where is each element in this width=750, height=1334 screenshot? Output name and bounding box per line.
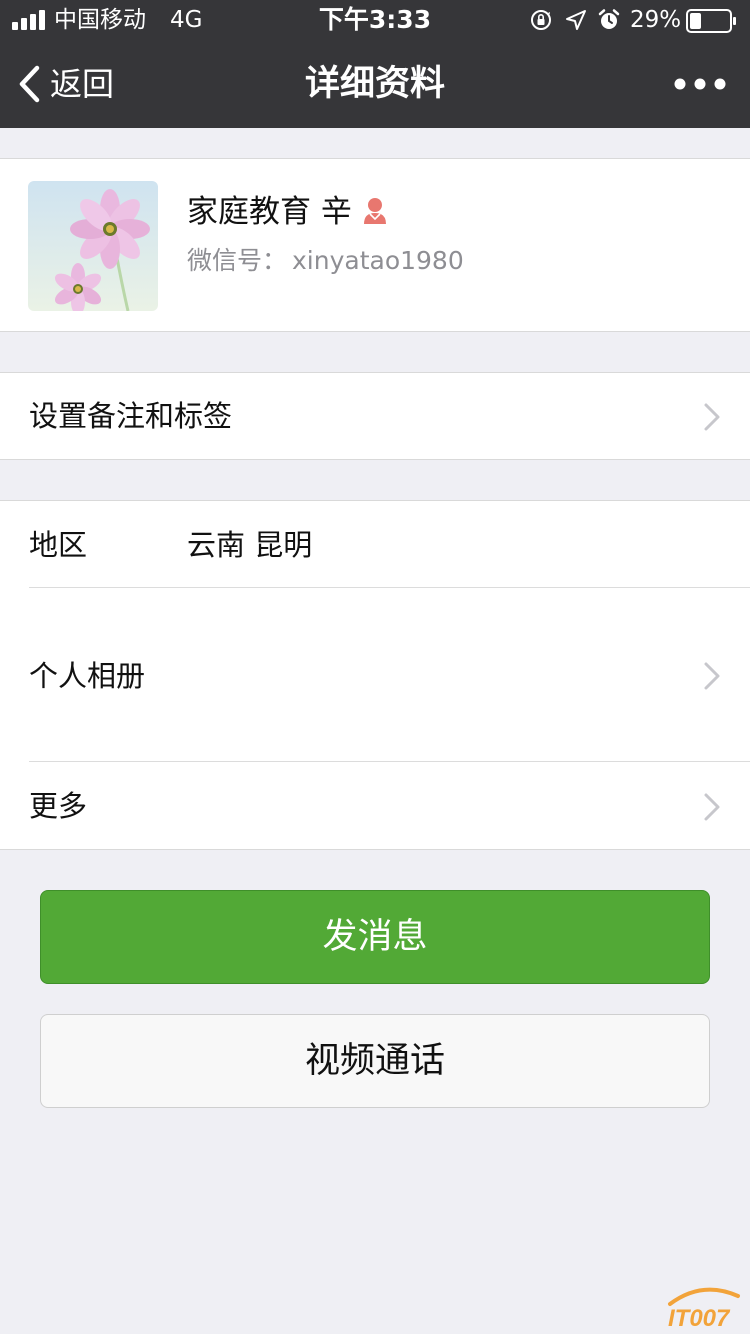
status-bar: 中国移动 4G 下午3:33 29% bbox=[0, 0, 750, 40]
alarm-icon bbox=[598, 9, 620, 29]
remark-tags-label: 设置备注和标签 bbox=[29, 399, 233, 433]
more-row[interactable]: 更多 bbox=[0, 762, 750, 849]
region-label: 地区 bbox=[29, 528, 88, 562]
avatar[interactable] bbox=[28, 181, 158, 311]
header: 中国移动 4G 下午3:33 29% 返回 详细资料 bbox=[0, 0, 750, 128]
send-message-button[interactable]: 发消息 bbox=[40, 890, 710, 984]
nav-bar: 返回 详细资料 bbox=[0, 40, 750, 128]
more-label: 更多 bbox=[29, 789, 88, 823]
album-row[interactable]: 个人相册 bbox=[0, 588, 750, 762]
wechat-id-value: xinyatao1980 bbox=[292, 246, 464, 275]
wechat-id-label: 微信号： bbox=[187, 246, 288, 275]
chevron-right-icon bbox=[704, 403, 720, 431]
orientation-lock-icon bbox=[531, 10, 551, 30]
chevron-right-icon bbox=[704, 793, 720, 821]
page-title: 详细资料 bbox=[304, 64, 445, 104]
video-call-button[interactable]: 视频通话 bbox=[40, 1014, 710, 1108]
location-arrow-icon bbox=[566, 10, 586, 30]
profile-name: 家庭教育 辛 bbox=[187, 194, 352, 230]
chevron-right-icon bbox=[704, 662, 720, 690]
battery-icon bbox=[686, 9, 736, 33]
region-row: 地区 云南 昆明 bbox=[0, 501, 750, 588]
more-dots-icon[interactable] bbox=[672, 70, 728, 98]
watermark-text: IT007 bbox=[668, 1305, 731, 1330]
remark-tags-row[interactable]: 设置备注和标签 bbox=[0, 372, 750, 460]
region-value: 云南 昆明 bbox=[187, 528, 313, 562]
album-label: 个人相册 bbox=[29, 659, 146, 693]
info-section: 地区 云南 昆明 个人相册 更多 bbox=[0, 500, 750, 850]
profile-card: 家庭教育 辛 微信号： xinyatao1980 bbox=[0, 158, 750, 332]
battery-percentage: 29% bbox=[630, 7, 682, 33]
watermark-logo: IT007 bbox=[668, 1287, 740, 1330]
avatar-image bbox=[28, 181, 158, 311]
female-icon bbox=[364, 198, 386, 224]
